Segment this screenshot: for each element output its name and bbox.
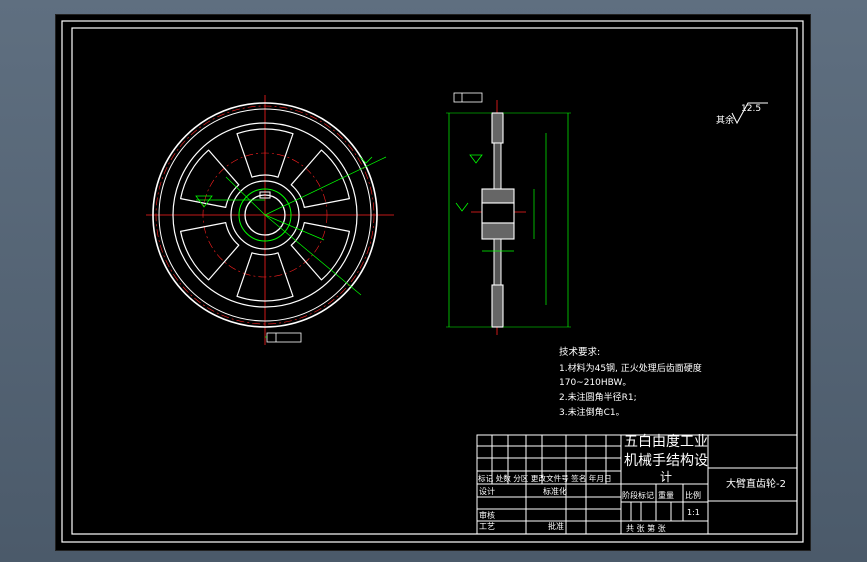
roughness-mark-section-2 xyxy=(455,202,469,212)
dim-leader-3 xyxy=(264,214,325,241)
spoke-window-3 xyxy=(180,222,240,281)
rim-top-section xyxy=(491,112,504,144)
label-design: 设计 xyxy=(479,486,495,496)
title-project-cont: 计 xyxy=(660,470,672,484)
tech-requirement-line-3: 2.未注圆角半径R1; xyxy=(559,391,637,403)
label-approve: 批准 xyxy=(548,521,564,531)
spoke-window-1 xyxy=(290,222,350,281)
title-header-row: 标记 处数 分区 更改文件号 签名 年月日 xyxy=(478,473,612,483)
tech-requirement-line-4: 3.未注倒角C1。 xyxy=(559,406,625,418)
roughness-label: 其余 xyxy=(716,114,734,126)
bore-section xyxy=(481,202,515,224)
roughness-mark-section-1 xyxy=(469,154,483,164)
drawing-sheet: 12.5 其余 技术要求: 1.材料为45钢, 正火处理后齿面硬度 170~21… xyxy=(55,14,811,551)
tolerance-frame-front xyxy=(266,332,302,343)
web-top-section xyxy=(493,142,502,190)
label-weight: 重量 xyxy=(658,490,674,500)
tech-requirements-title: 技术要求: xyxy=(559,346,600,358)
hub-top-section xyxy=(481,188,515,204)
tolerance-frame-section xyxy=(453,92,483,103)
gear-front-view xyxy=(146,95,394,345)
part-name: 大臂直齿轮-2 xyxy=(726,477,786,490)
gear-section-view xyxy=(446,92,571,335)
dim-leader-2 xyxy=(264,214,362,296)
title-school: 五白由度工业 xyxy=(624,434,708,450)
label-process: 工艺 xyxy=(479,522,495,531)
cad-drawing: 12.5 其余 技术要求: 1.材料为45钢, 正火处理后齿面硬度 170~21… xyxy=(61,20,804,543)
roughness-value: 12.5 xyxy=(741,104,761,114)
tech-requirements: 技术要求: 1.材料为45钢, 正火处理后齿面硬度 170~210HBW。 2.… xyxy=(559,346,702,418)
scale-value: 1:1 xyxy=(687,508,700,517)
sheet-count: 共 张 第 张 xyxy=(626,523,666,533)
tech-requirement-line-2: 170~210HBW。 xyxy=(559,378,631,388)
label-scale: 比例 xyxy=(685,490,701,500)
label-standardization: 标准化 xyxy=(543,486,567,496)
hub-bottom-section xyxy=(481,222,515,240)
title-project: 机械手结构设 xyxy=(624,453,708,469)
rim-bottom-section xyxy=(491,284,504,328)
web-bottom-section xyxy=(493,238,502,286)
roughness-note: 12.5 其余 xyxy=(716,102,768,126)
tech-requirement-line-1: 1.材料为45钢, 正火处理后齿面硬度 xyxy=(559,362,702,374)
label-stage-mark: 阶段标记 xyxy=(622,490,654,500)
label-review: 审核 xyxy=(479,510,495,520)
